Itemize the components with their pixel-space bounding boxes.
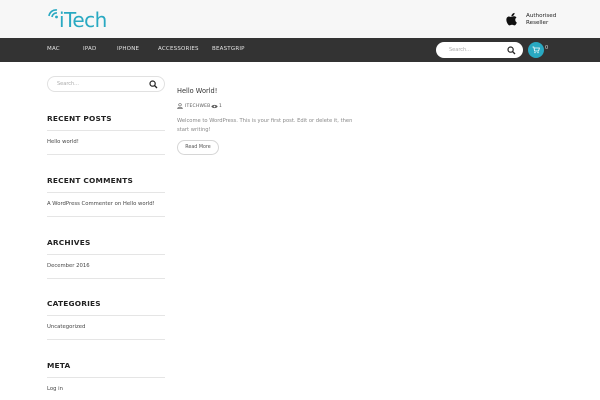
recent-post-link[interactable]: Hello world! bbox=[47, 139, 79, 145]
post-author[interactable]: ITECHWEB bbox=[185, 104, 210, 109]
comment-author-link[interactable]: A WordPress Commenter bbox=[47, 201, 113, 207]
site-header: iTech Authorised Reseller bbox=[0, 0, 600, 38]
recent-comment-entry: A WordPress Commenter on Hello world! bbox=[47, 201, 155, 207]
reseller-line-1: Authorised bbox=[526, 13, 557, 19]
post-excerpt: Welcome to WordPress. This is your first… bbox=[177, 118, 353, 133]
login-link[interactable]: Log in bbox=[47, 386, 63, 392]
widget-divider bbox=[47, 216, 165, 217]
cart-button[interactable] bbox=[528, 42, 544, 58]
archive-link[interactable]: December 2016 bbox=[47, 263, 90, 269]
nav-item-mac[interactable]: MAC bbox=[47, 46, 60, 52]
sidebar-search-input[interactable]: Search... bbox=[47, 76, 165, 92]
recent-comments-title: RECENT COMMENTS bbox=[47, 176, 134, 185]
search-icon[interactable] bbox=[507, 45, 516, 55]
widget-divider bbox=[47, 192, 165, 193]
post-title[interactable]: Hello World! bbox=[177, 87, 217, 95]
user-icon bbox=[177, 103, 183, 109]
cart-icon bbox=[532, 46, 540, 54]
search-icon[interactable] bbox=[149, 80, 158, 89]
eye-icon bbox=[211, 104, 218, 109]
sidebar-search-placeholder: Search... bbox=[57, 81, 79, 87]
nav-item-ipad[interactable]: IPAD bbox=[83, 46, 96, 52]
post-view-count: 1 bbox=[219, 103, 222, 109]
apple-authorised-reseller: Authorised Reseller bbox=[504, 10, 574, 32]
cart-count-badge: 0 bbox=[545, 45, 549, 51]
widget-divider bbox=[47, 315, 165, 316]
apple-icon bbox=[506, 12, 517, 26]
widget-divider bbox=[47, 377, 165, 378]
nav-item-beastgrip[interactable]: BEASTGRIP bbox=[212, 46, 245, 52]
header-search-input[interactable]: Search... bbox=[436, 42, 523, 58]
category-link[interactable]: Uncategorized bbox=[47, 324, 85, 330]
header-search-placeholder: Search... bbox=[449, 46, 471, 53]
nav-item-iphone[interactable]: IPHONE bbox=[117, 46, 139, 52]
widget-divider bbox=[47, 339, 165, 340]
widget-divider bbox=[47, 154, 165, 155]
widget-divider bbox=[47, 278, 165, 279]
site-logo[interactable]: iTech bbox=[46, 6, 107, 34]
logo-text: iTech bbox=[59, 8, 107, 32]
widget-divider bbox=[47, 254, 165, 255]
archives-title: ARCHIVES bbox=[47, 238, 91, 247]
widget-divider bbox=[47, 130, 165, 131]
comment-connector: on bbox=[114, 201, 122, 207]
comment-post-link[interactable]: Hello world! bbox=[123, 201, 155, 207]
read-more-button[interactable]: Read More bbox=[177, 140, 219, 155]
categories-title: CATEGORIES bbox=[47, 299, 101, 308]
reseller-line-2: Reseller bbox=[526, 20, 549, 26]
nav-item-accessories[interactable]: ACCESSORIES bbox=[158, 46, 199, 52]
meta-title: META bbox=[47, 361, 71, 370]
recent-posts-title: RECENT POSTS bbox=[47, 114, 112, 123]
